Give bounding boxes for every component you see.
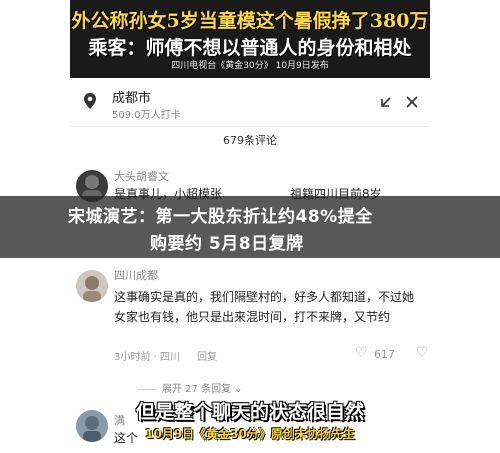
video-player[interactable]: 外公称孙女5岁当童模这个暑假挣了380万 乘客：师傅不想以普通人的身份和相处 四… bbox=[70, 0, 430, 78]
minimize-icon[interactable] bbox=[378, 94, 394, 110]
news-headline-line2: 购要约 5月8日复牌 bbox=[150, 234, 304, 254]
dislike-icon[interactable]: ♡ bbox=[416, 345, 429, 361]
comment-time-location: 3小时前 · 四川 bbox=[114, 352, 180, 363]
video-subtitle-line2: 10月9日《黄金30分》原创未协扬先生 bbox=[145, 427, 355, 441]
location-card[interactable]: 成都市 509.0万人打卡 bbox=[70, 78, 430, 127]
video-caption-line1: 外公称孙女5岁当童模这个暑假挣了380万 bbox=[71, 10, 429, 32]
chevron-down-icon: ⌄ bbox=[231, 384, 243, 395]
news-headline-line1: 宋城演艺：第一大股东折让约48%提全 bbox=[68, 207, 373, 227]
location-city: 成都市 bbox=[112, 91, 152, 106]
expand-divider bbox=[138, 388, 156, 390]
location-visits: 509.0万人打卡 bbox=[112, 110, 181, 121]
avatar-image bbox=[83, 276, 101, 302]
video-source: 四川电视台《黄金30分》 10月9日发布 bbox=[171, 61, 329, 71]
close-icon[interactable] bbox=[404, 94, 420, 110]
like-count: 617 bbox=[374, 348, 395, 361]
comment-username[interactable]: 大头胡睿文 bbox=[114, 168, 169, 184]
video-caption-line2: 乘客：师傅不想以普通人的身份和相处 bbox=[88, 37, 412, 59]
comment-text: 这事确实是真的，我们隔壁村的，好多人都知道，不过她女家也有钱，他只是出来混时间，… bbox=[114, 290, 415, 324]
video-subtitle-line1: 但是整个聊天的状态很自然 bbox=[135, 401, 364, 423]
avatar[interactable] bbox=[76, 270, 108, 302]
location-pin-icon bbox=[84, 93, 96, 109]
comment-username[interactable]: 四川成都 bbox=[114, 267, 158, 283]
comment-meta: 3小时前 · 四川 回复 bbox=[114, 348, 217, 363]
comment-count: 679条评论 bbox=[223, 134, 277, 147]
expand-replies-label[interactable]: 展开 27 条回复 bbox=[162, 384, 231, 395]
like-icon[interactable]: ♡ bbox=[355, 345, 368, 361]
reply-button[interactable]: 回复 bbox=[197, 352, 217, 363]
news-banner: 宋城演艺：第一大股东折让约48%提全 购要约 5月8日复牌 bbox=[0, 196, 500, 258]
expand-replies[interactable]: 展开 27 条回复 ⌄ bbox=[138, 380, 243, 395]
